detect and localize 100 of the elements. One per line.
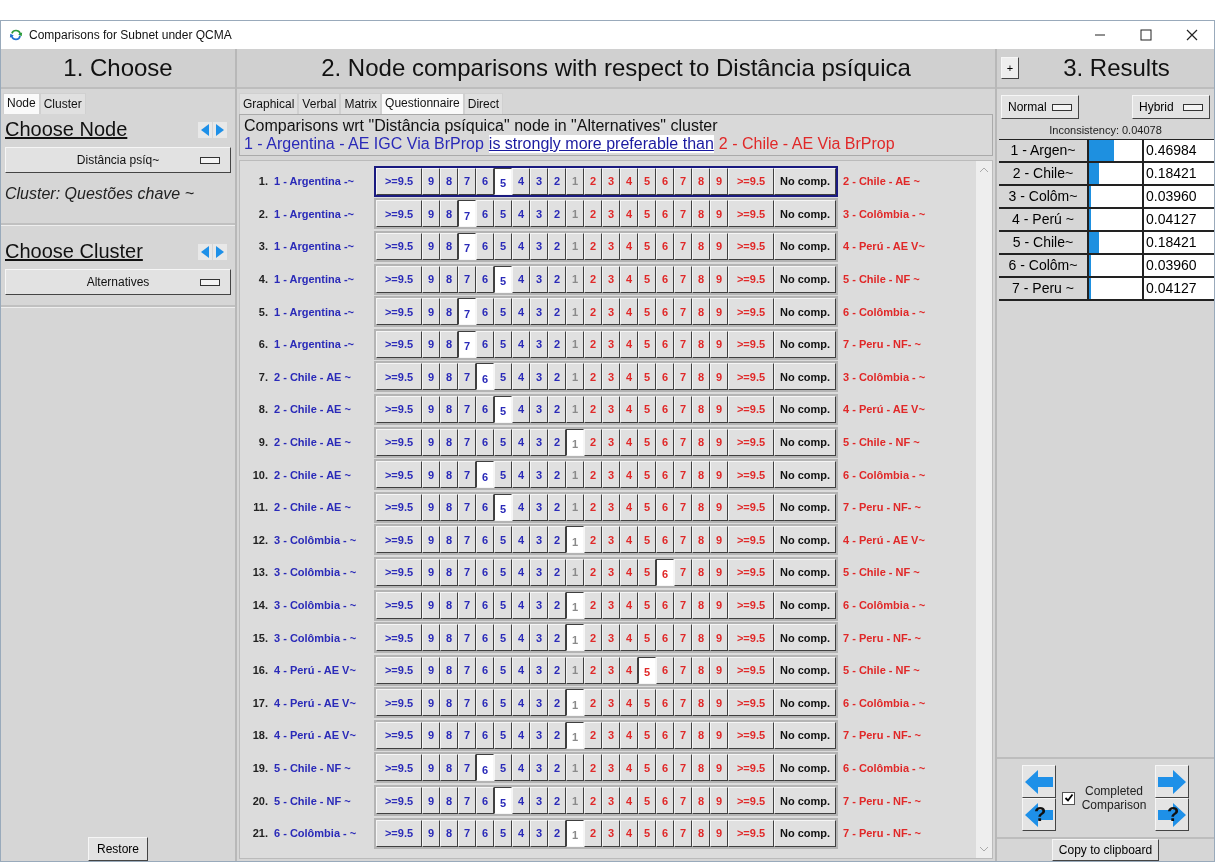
rating-button[interactable]: >=9.5 [728,689,774,717]
rating-button[interactable]: 8 [692,819,710,847]
rating-button[interactable]: 6 [656,428,674,456]
rating-button[interactable]: 7 [458,721,476,749]
rating-button[interactable]: 9 [422,493,440,521]
rating-button[interactable]: 5 [638,591,656,619]
rating-button[interactable]: 3 [602,754,620,782]
rating-button[interactable]: 3 [602,461,620,489]
rating-button[interactable]: >=9.5 [728,819,774,847]
rating-button[interactable]: 7 [458,754,476,782]
rating-button[interactable]: 7 [458,787,476,815]
rating-button[interactable]: 2 [548,689,566,717]
rating-button[interactable]: 5 [494,363,512,391]
rating-button[interactable]: 4 [620,754,638,782]
rating-button[interactable]: 7 [458,558,476,586]
rating-button[interactable]: 9 [422,200,440,228]
rating-button[interactable]: 6 [476,721,494,749]
rating-button[interactable]: >=9.5 [376,689,422,717]
rating-button[interactable]: 8 [692,787,710,815]
rating-button[interactable]: 4 [620,558,638,586]
rating-button[interactable]: 9 [710,754,728,782]
rating-button[interactable]: >=9.5 [728,526,774,554]
rating-button[interactable]: 8 [692,298,710,326]
rating-button[interactable]: 3 [602,689,620,717]
rating-button[interactable]: 6 [476,689,494,717]
rating-button[interactable]: 7 [458,167,476,195]
rating-button[interactable]: 5 [638,395,656,423]
rating-button[interactable]: 5 [494,395,512,423]
rating-button[interactable]: 2 [584,395,602,423]
next-unanswered-button[interactable]: ? [1155,798,1189,831]
rating-button[interactable]: 5 [494,428,512,456]
rating-button[interactable]: 8 [440,298,458,326]
rating-button[interactable]: 4 [512,167,530,195]
rating-button[interactable]: >=9.5 [376,754,422,782]
rating-button[interactable]: 4 [620,167,638,195]
rating-button[interactable]: 5 [494,787,512,815]
rating-button[interactable]: 9 [710,298,728,326]
rating-button[interactable]: 2 [584,461,602,489]
no-comparison-button[interactable]: No comp. [774,591,836,619]
no-comparison-button[interactable]: No comp. [774,656,836,684]
rating-button[interactable]: 4 [620,689,638,717]
rating-button[interactable]: 7 [674,298,692,326]
rating-button[interactable]: 6 [476,428,494,456]
rating-button[interactable]: 2 [548,233,566,260]
rating-button[interactable]: 6 [656,624,674,652]
rating-button[interactable]: 4 [512,330,530,358]
rating-button[interactable]: 7 [458,200,476,228]
rating-button[interactable]: 2 [584,689,602,717]
rating-button[interactable]: 6 [476,200,494,228]
rating-button[interactable]: 3 [530,167,548,195]
rating-button[interactable]: 2 [548,754,566,782]
rating-button[interactable]: 7 [458,265,476,293]
cluster-dropdown[interactable]: Alternatives [5,269,231,295]
close-icon[interactable] [1186,29,1198,41]
rating-button[interactable]: 8 [692,200,710,228]
rating-button[interactable]: 8 [692,265,710,293]
rating-button[interactable]: 4 [512,787,530,815]
rating-button[interactable]: 7 [458,656,476,684]
rating-button[interactable]: 8 [692,689,710,717]
rating-button[interactable]: 6 [476,624,494,652]
tab[interactable]: Node [3,93,40,114]
rating-button[interactable]: 3 [602,363,620,391]
rating-button[interactable]: 9 [710,395,728,423]
rating-button[interactable]: 3 [530,656,548,684]
rating-button[interactable]: 7 [674,330,692,358]
rating-button[interactable]: 4 [512,526,530,554]
rating-button[interactable]: 9 [422,558,440,586]
rating-button[interactable]: >=9.5 [728,298,774,326]
no-comparison-button[interactable]: No comp. [774,754,836,782]
rating-button[interactable]: 9 [422,330,440,358]
rating-button[interactable]: 8 [440,689,458,717]
rating-button[interactable]: >=9.5 [376,558,422,586]
rating-button[interactable]: 3 [530,363,548,391]
rating-button[interactable]: >=9.5 [376,200,422,228]
rating-button[interactable]: 6 [656,493,674,521]
rating-button[interactable]: 8 [440,233,458,260]
rating-button[interactable]: 3 [530,689,548,717]
rating-button[interactable]: 6 [656,395,674,423]
rating-button[interactable]: 2 [548,395,566,423]
rating-button[interactable]: 7 [458,330,476,358]
rating-button[interactable]: 7 [458,624,476,652]
rating-button[interactable]: 2 [548,461,566,489]
rating-button[interactable]: 5 [494,167,512,195]
rating-button[interactable]: 5 [638,330,656,358]
no-comparison-button[interactable]: No comp. [774,526,836,554]
rating-button[interactable]: 9 [422,591,440,619]
rating-button[interactable]: 7 [674,591,692,619]
rating-button[interactable]: 6 [656,167,674,195]
rating-button[interactable]: 8 [692,167,710,195]
rating-button[interactable]: 7 [458,363,476,391]
rating-button[interactable]: 5 [494,233,512,260]
rating-button[interactable]: 4 [512,819,530,847]
rating-button[interactable]: 9 [422,787,440,815]
rating-button[interactable]: 4 [512,298,530,326]
rating-button[interactable]: >=9.5 [728,200,774,228]
rating-button[interactable]: 5 [638,493,656,521]
rating-button[interactable]: 2 [584,787,602,815]
rating-button[interactable]: 2 [548,558,566,586]
rating-button[interactable]: 4 [512,624,530,652]
rating-button[interactable]: 4 [620,233,638,260]
